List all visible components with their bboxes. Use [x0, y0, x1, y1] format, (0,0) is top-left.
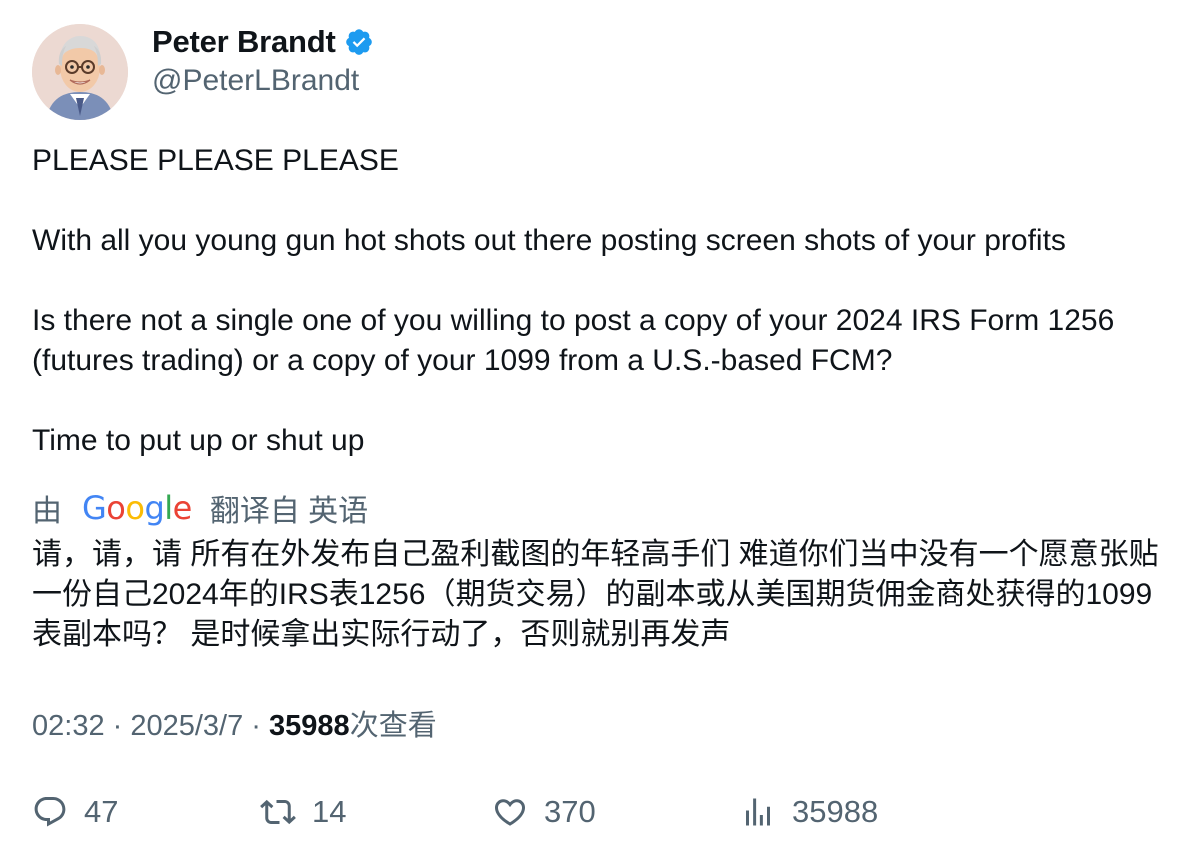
like-button[interactable]: 370 — [492, 788, 596, 836]
avatar-illustration — [32, 24, 128, 120]
tweet-text: PLEASE PLEASE PLEASE With all you young … — [32, 141, 1172, 461]
like-count: 370 — [544, 794, 596, 829]
avatar[interactable] — [32, 24, 128, 120]
meta-separator: · — [104, 710, 131, 742]
views-chart-icon — [740, 794, 776, 830]
views-label: 次查看 — [349, 710, 437, 742]
translation-attribution[interactable]: 由 Google 翻译自 英语 — [32, 486, 368, 530]
retweet-count: 14 — [312, 794, 347, 829]
views-button[interactable]: 35988 — [740, 788, 878, 836]
heart-icon — [492, 794, 528, 830]
author-display-name[interactable]: Peter Brandt — [152, 24, 336, 60]
reply-button[interactable]: 47 — [32, 788, 118, 836]
tweet-header: Peter Brandt @PeterLBrandt — [32, 24, 374, 120]
tweet-paragraph: Time to put up or shut up — [32, 424, 365, 457]
reply-icon — [32, 794, 68, 830]
retweet-icon — [260, 794, 296, 830]
google-logo: Google — [82, 489, 192, 527]
author-handle[interactable]: @PeterLBrandt — [152, 64, 374, 98]
meta-separator: · — [243, 710, 270, 742]
verified-badge-icon — [344, 27, 374, 57]
tweet-paragraph: PLEASE PLEASE PLEASE — [32, 144, 399, 177]
reply-count: 47 — [84, 794, 119, 829]
tweet-time[interactable]: 02:32 — [32, 710, 105, 742]
tweet-paragraph: With all you young gun hot shots out the… — [32, 224, 1066, 257]
translation-suffix: 翻译自 英语 — [209, 495, 369, 528]
retweet-button[interactable]: 14 — [260, 788, 346, 836]
name-row: Peter Brandt — [152, 24, 374, 60]
tweet-paragraph: Is there not a single one of you willing… — [32, 304, 1123, 377]
views-count: 35988 — [269, 710, 350, 742]
tweet-date[interactable]: 2025/3/7 — [130, 710, 243, 742]
action-bar: 47 14 370 35988 — [32, 788, 1172, 836]
tweet-meta: 02:32 · 2025/3/7 · 35988次查看 — [32, 702, 437, 744]
views-stat-count: 35988 — [792, 794, 879, 829]
translated-text: 请，请，请 所有在外发布自己盈利截图的年轻高手们 难道你们当中没有一个愿意张贴一… — [32, 538, 1159, 651]
author-info: Peter Brandt @PeterLBrandt — [152, 24, 374, 98]
translation-prefix: 由 — [32, 495, 62, 528]
